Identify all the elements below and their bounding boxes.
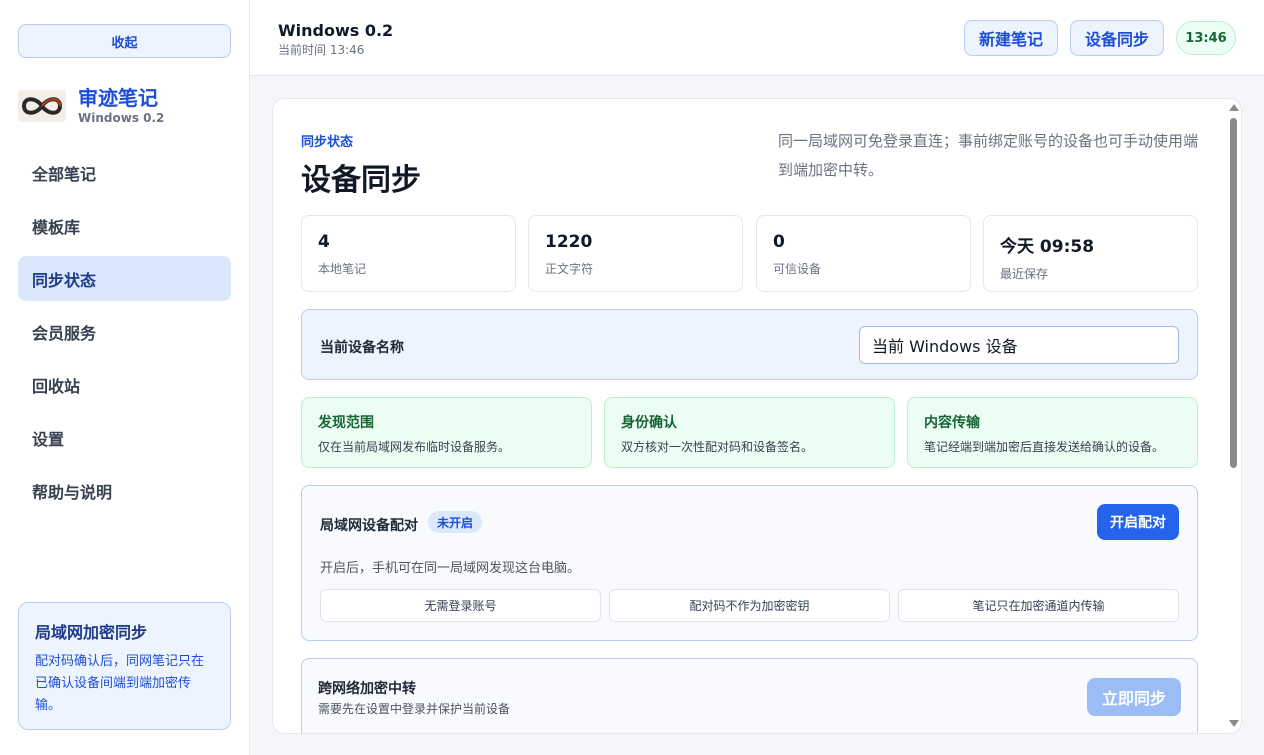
stat-body-chars: 1220 正文字符	[528, 215, 743, 292]
relay-subtitle: 需要先在设置中登录并保护当前设备	[318, 702, 511, 716]
sync-panel: 同步状态 设备同步 同一局域网可免登录直连；事前绑定账号的设备也可手动使用端到端…	[272, 98, 1242, 734]
sidebar-item-trash[interactable]: 回收站	[18, 362, 231, 407]
top-header: Windows 0.2 当前时间 13:46 新建笔记 设备同步 13:46	[250, 0, 1264, 76]
info-card-text: 配对码确认后，同网笔记只在已确认设备间端到端加密传输。	[35, 654, 205, 713]
stat-last-saved: 今天 09:58 最近保存	[983, 215, 1198, 292]
sidebar-item-templates[interactable]: 模板库	[18, 203, 231, 248]
device-name-input[interactable]	[859, 326, 1179, 364]
section-description: 同一局域网可免登录直连；事前绑定账号的设备也可手动使用端到端加密中转。	[778, 132, 1199, 179]
feature-text: 仅在当前局域网发布临时设备服务。	[318, 440, 511, 454]
feature-title: 发现范围	[318, 415, 374, 431]
sidebar-item-settings[interactable]: 设置	[18, 415, 231, 460]
section-title: 设备同步	[301, 163, 421, 198]
collapse-sidebar-button[interactable]: 收起	[18, 24, 231, 58]
sidebar-nav: 全部笔记 模板库 同步状态 会员服务 回收站 设置 帮助与说明	[18, 150, 231, 521]
current-time-text: 当前时间 13:46	[278, 43, 365, 57]
stat-label: 可信设备	[773, 262, 822, 276]
feature-title: 身份确认	[621, 415, 677, 431]
stat-value: 4	[318, 232, 330, 252]
stat-trusted-devices: 0 可信设备	[756, 215, 971, 292]
device-sync-button[interactable]: 设备同步	[1070, 20, 1164, 56]
feature-text: 双方核对一次性配对码和设备签名。	[621, 440, 814, 454]
encrypted-relay-section: 跨网络加密中转 需要先在设置中登录并保护当前设备 立即同步	[301, 658, 1198, 733]
pairing-status-badge: 未开启	[428, 511, 483, 533]
feature-card-discovery: 发现范围 仅在当前局域网发布临时设备服务。	[301, 397, 592, 468]
lan-pairing-section: 局域网设备配对 未开启 开启配对 开启后，手机可在同一局域网发现这台电脑。 无需…	[301, 485, 1198, 641]
pairing-chip: 笔记只在加密通道内传输	[898, 589, 1179, 622]
stat-label: 本地笔记	[318, 262, 367, 276]
scroll-up-arrow-icon[interactable]	[1229, 104, 1239, 111]
scrollbar-thumb[interactable]	[1230, 118, 1237, 468]
scroll-down-arrow-icon[interactable]	[1229, 720, 1239, 727]
panel-scrollbar[interactable]	[1228, 100, 1240, 732]
device-name-label: 当前设备名称	[320, 340, 404, 356]
stat-local-notes: 4 本地笔记	[301, 215, 516, 292]
sidebar-item-membership[interactable]: 会员服务	[18, 309, 231, 354]
stat-label: 最近保存	[1000, 267, 1049, 281]
feature-title: 内容传输	[924, 415, 980, 431]
sidebar-item-help[interactable]: 帮助与说明	[18, 468, 231, 513]
pairing-title: 局域网设备配对	[320, 518, 418, 534]
sidebar-item-sync-status[interactable]: 同步状态	[18, 256, 231, 301]
lan-sync-info-card: 局域网加密同步 配对码确认后，同网笔记只在已确认设备间端到端加密传输。	[18, 602, 231, 730]
start-pairing-button[interactable]: 开启配对	[1097, 504, 1179, 540]
stat-value: 0	[773, 232, 785, 252]
page-title: Windows 0.2	[278, 21, 394, 40]
info-card-title: 局域网加密同步	[35, 623, 148, 642]
sidebar-item-all-notes[interactable]: 全部笔记	[18, 150, 231, 195]
pairing-chip: 配对码不作为加密密钥	[609, 589, 890, 622]
stat-value: 今天 09:58	[1000, 237, 1095, 257]
new-note-button[interactable]: 新建笔记	[964, 20, 1058, 56]
stat-label: 正文字符	[545, 262, 594, 276]
pairing-chip: 无需登录账号	[320, 589, 601, 622]
device-name-section: 当前设备名称	[301, 309, 1198, 380]
clock-badge: 13:46	[1176, 21, 1236, 55]
brand-version: Windows 0.2	[78, 111, 165, 125]
pairing-description: 开启后，手机可在同一局域网发现这台电脑。	[320, 561, 581, 576]
section-tag: 同步状态	[301, 135, 354, 150]
brand-name: 审迹笔记	[78, 86, 158, 110]
feature-text: 笔记经端到端加密后直接发送给确认的设备。	[924, 440, 1165, 454]
feature-card-identity: 身份确认 双方核对一次性配对码和设备签名。	[604, 397, 895, 468]
stat-value: 1220	[545, 232, 593, 252]
brand: 审迹笔记 Windows 0.2	[18, 86, 164, 125]
relay-title: 跨网络加密中转	[318, 681, 416, 697]
sidebar: 收起 审迹笔记 Windows 0.2 全部笔记 模板库 同步状态 会员服务 回…	[0, 0, 250, 755]
sync-now-button[interactable]: 立即同步	[1087, 678, 1181, 716]
infinity-logo-icon	[18, 89, 66, 122]
feature-card-transfer: 内容传输 笔记经端到端加密后直接发送给确认的设备。	[907, 397, 1198, 468]
